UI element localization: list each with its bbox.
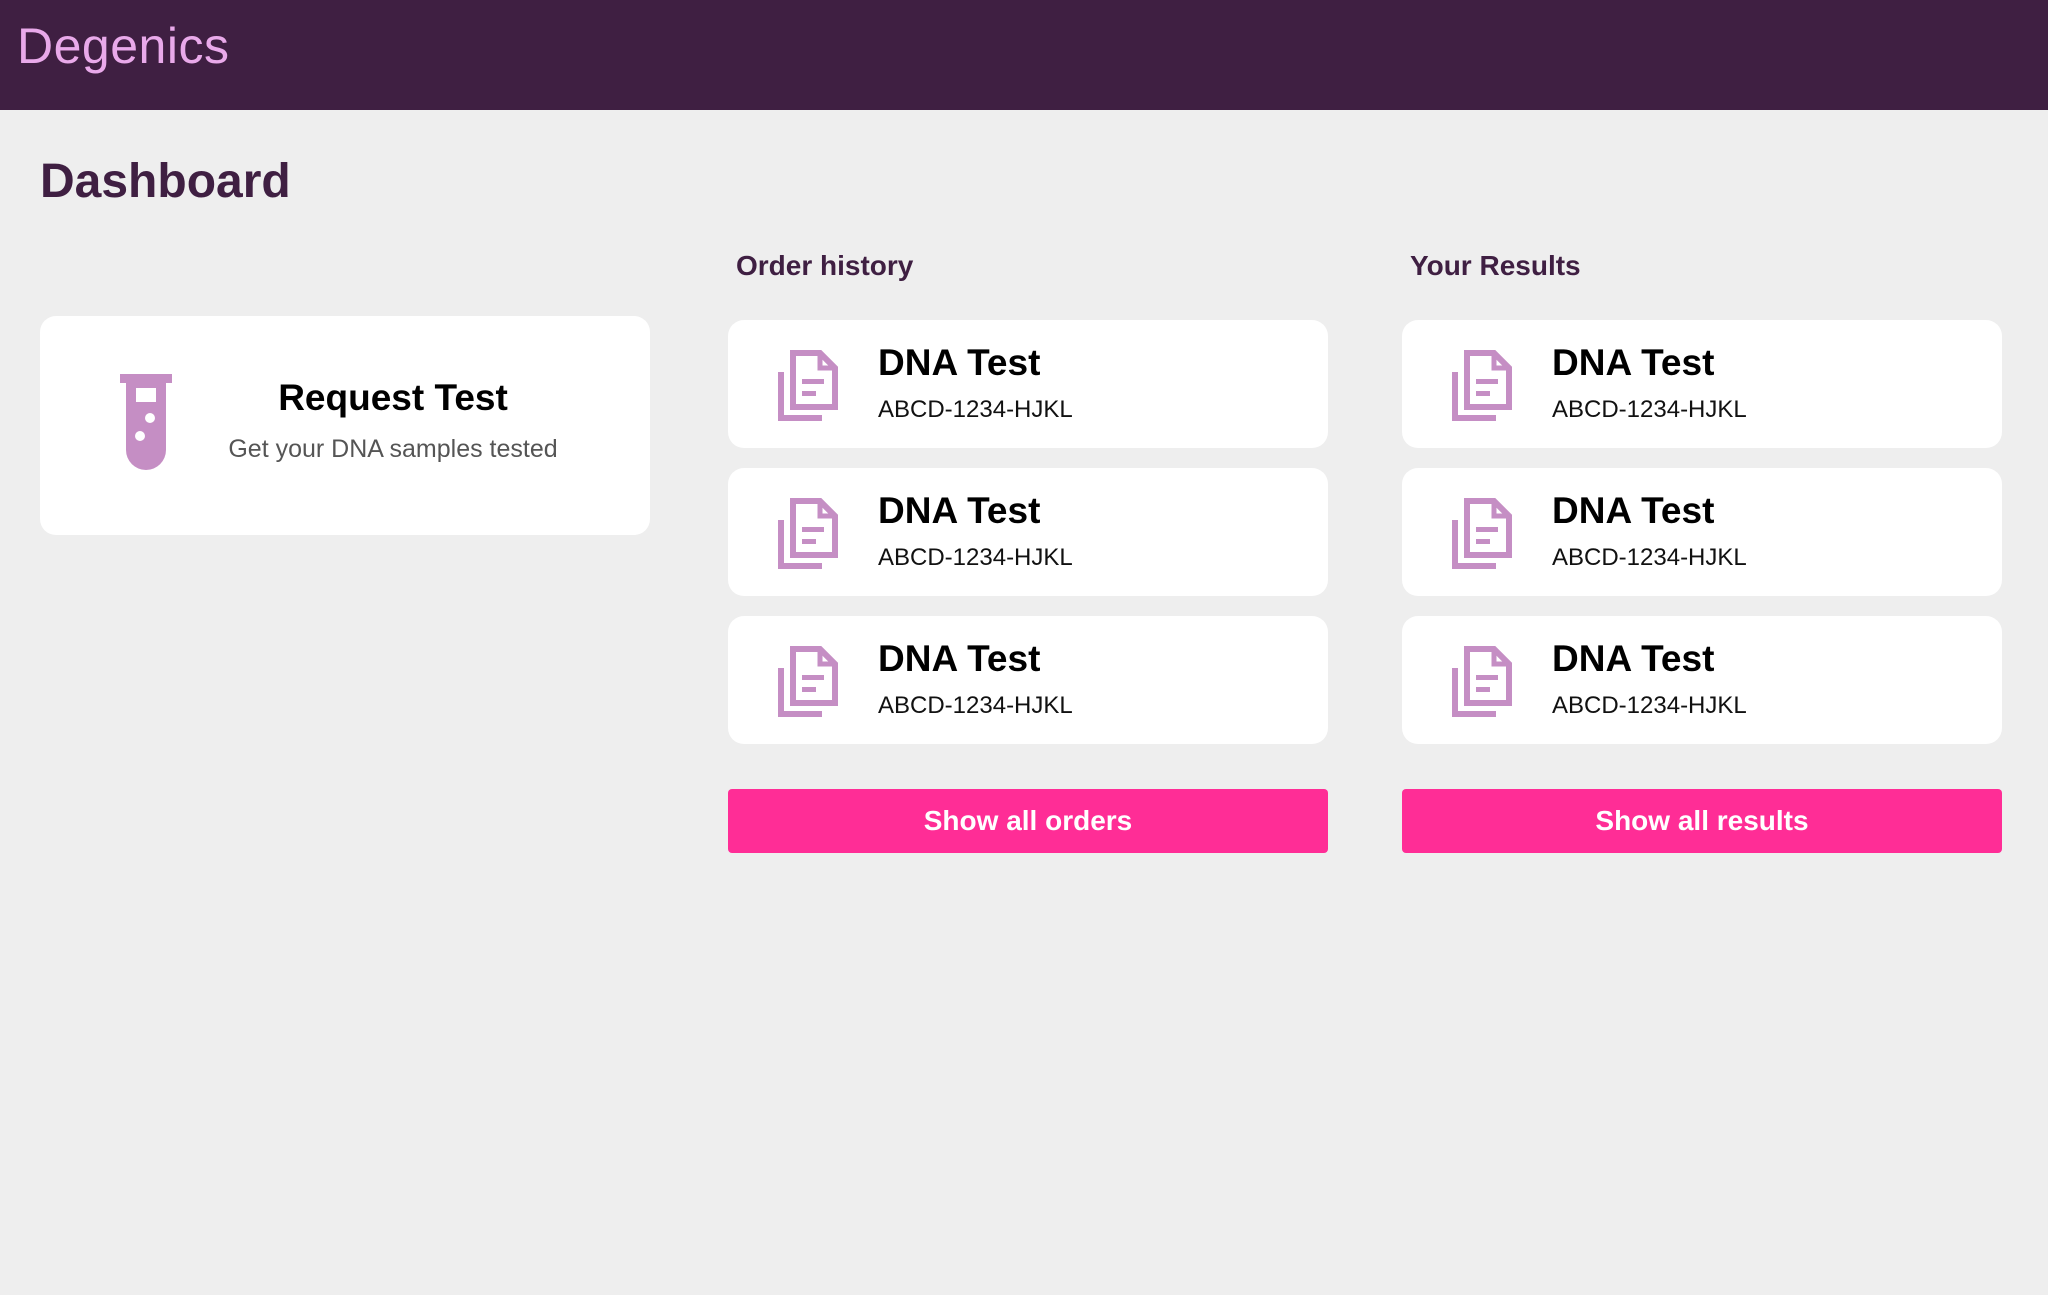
test-tube-icon [120,374,172,470]
order-item-code: ABCD-1234-HJKL [878,544,1073,571]
result-item-code: ABCD-1234-HJKL [1552,544,1747,571]
order-item-title: DNA Test [878,638,1041,679]
document-icon [778,646,838,717]
show-all-results-button[interactable]: Show all results [1402,789,2002,853]
request-test-title: Request Test [278,377,508,418]
page-title: Dashboard [40,155,291,208]
result-item-title: DNA Test [1552,342,1715,383]
result-item-code: ABCD-1234-HJKL [1552,692,1747,719]
order-history-heading: Order history [736,250,914,281]
result-item-code: ABCD-1234-HJKL [1552,396,1747,423]
order-item-title: DNA Test [878,490,1041,531]
top-bar: Degenics [0,0,2048,110]
show-all-orders-button[interactable]: Show all orders [728,789,1328,853]
result-item[interactable]: DNA Test ABCD-1234-HJKL [1402,616,2002,744]
order-item-code: ABCD-1234-HJKL [878,396,1073,423]
order-item-title: DNA Test [878,342,1041,383]
order-item[interactable]: DNA Test ABCD-1234-HJKL [728,320,1328,448]
document-icon [778,350,838,421]
your-results-heading: Your Results [1410,250,1581,281]
order-item[interactable]: DNA Test ABCD-1234-HJKL [728,616,1328,744]
order-item-code: ABCD-1234-HJKL [878,692,1073,719]
document-icon [1452,498,1512,569]
result-item-title: DNA Test [1552,490,1715,531]
result-item[interactable]: DNA Test ABCD-1234-HJKL [1402,320,2002,448]
document-icon [1452,646,1512,717]
result-item[interactable]: DNA Test ABCD-1234-HJKL [1402,468,2002,596]
document-icon [1452,350,1512,421]
result-item-title: DNA Test [1552,638,1715,679]
brand-logo[interactable]: Degenics [17,16,229,76]
document-icon [778,498,838,569]
order-item[interactable]: DNA Test ABCD-1234-HJKL [728,468,1328,596]
request-test-subtitle: Get your DNA samples tested [228,435,558,463]
